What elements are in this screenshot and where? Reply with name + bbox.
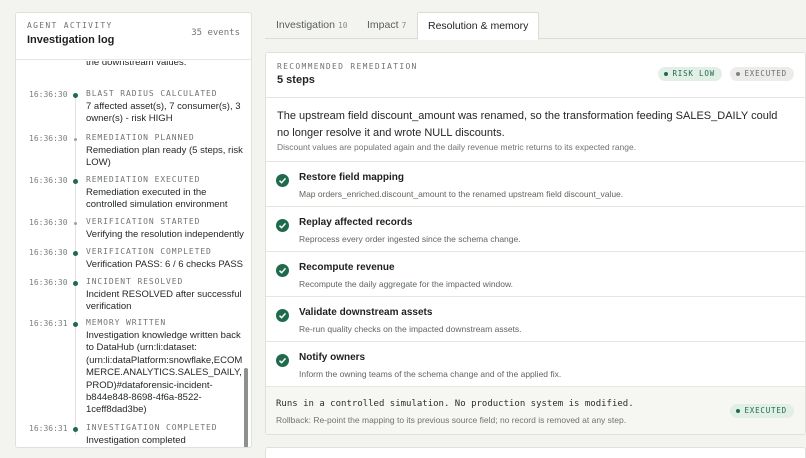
event-text: Incident RESOLVED after successful verif…	[86, 289, 242, 313]
next-card	[265, 447, 806, 458]
event-text: Investigation completed	[86, 435, 186, 446]
step-description: Reprocess every order ingested since the…	[299, 234, 521, 244]
rollback-note: Rollback: Re-point the mapping to its pr…	[276, 415, 627, 425]
remediation-outcome: Discount values are populated again and …	[277, 142, 637, 152]
remediation-step: Validate downstream assets Re-run qualit…	[266, 296, 805, 341]
check-circle-icon	[276, 219, 289, 232]
tab-count: 7	[401, 21, 407, 30]
event-time: 16:36:30	[29, 248, 68, 257]
event-dot	[74, 138, 77, 141]
tab-resolution-memory[interactable]: Resolution & memory	[417, 12, 540, 40]
event-text: Verifying the resolution independently	[86, 229, 244, 240]
tab-investigation[interactable]: Investigation 10	[276, 12, 348, 39]
event-time: 16:36:30	[29, 90, 68, 99]
event-dot	[73, 427, 78, 432]
event-text: Remediation plan ready (5 steps, risk LO…	[86, 145, 243, 169]
event-text: Remediation executed in the controlled s…	[86, 187, 228, 211]
remediation-summary: The upstream field discount_amount was r…	[277, 110, 778, 139]
check-circle-icon	[276, 309, 289, 322]
event-log[interactable]: the downstream values. 16:36:30 BLAST RA…	[16, 61, 251, 447]
remediation-step: Replay affected records Reprocess every …	[266, 206, 805, 251]
tab-impact[interactable]: Impact 7	[367, 12, 406, 39]
event-text: the downstream values.	[86, 61, 187, 68]
event-label: REMEDIATION PLANNED	[86, 133, 195, 142]
step-title: Notify owners	[299, 352, 366, 363]
event-dot	[73, 281, 78, 286]
event-time: 16:36:30	[29, 218, 68, 227]
event-dot	[73, 179, 78, 184]
event-dot	[73, 251, 78, 256]
event-label: INCIDENT RESOLVED	[86, 277, 184, 286]
activity-eyebrow: AGENT ACTIVITY	[27, 21, 113, 30]
step-description: Inform the owning teams of the schema ch…	[299, 369, 562, 379]
remediation-step: Notify owners Inform the owning teams of…	[266, 341, 805, 386]
tab-bar: Investigation 10 Impact 7 Resolution & mem…	[265, 12, 806, 40]
remediation-step: Recompute revenue Recompute the daily ag…	[266, 251, 805, 296]
step-title: Replay affected records	[299, 217, 413, 228]
event-label: REMEDIATION EXECUTED	[86, 175, 201, 184]
event-dot	[73, 322, 78, 327]
remediation-step: Restore field mapping Map orders_enriche…	[266, 161, 805, 206]
activity-header: AGENT ACTIVITY Investigation log 35 even…	[16, 13, 251, 60]
event-time: 16:36:30	[29, 176, 68, 185]
event-text: Investigation knowledge written back to …	[86, 330, 243, 416]
event-label: BLAST RADIUS CALCULATED	[86, 89, 218, 98]
status-badge: EXECUTED	[730, 67, 794, 81]
execution-footer: Runs in a controlled simulation. No prod…	[266, 386, 805, 434]
event-text: 7 affected asset(s), 7 consumer(s), 3 ow…	[86, 101, 241, 125]
tab-label: Impact	[367, 19, 399, 31]
scrollbar-thumb[interactable]	[244, 368, 248, 447]
risk-badge: RISK LOW	[658, 67, 722, 81]
tab-label: Resolution & memory	[428, 20, 529, 32]
event-label: VERIFICATION COMPLETED	[86, 247, 212, 256]
remediation-eyebrow: RECOMMENDED REMEDIATION	[277, 62, 418, 71]
tab-label: Investigation	[276, 19, 335, 31]
event-label: VERIFICATION STARTED	[86, 217, 201, 226]
step-title: Validate downstream assets	[299, 307, 433, 318]
event-time: 16:36:31	[29, 319, 68, 328]
step-title: Restore field mapping	[299, 172, 405, 183]
simulation-note: Runs in a controlled simulation. No prod…	[276, 399, 634, 409]
executed-badge: EXECUTED	[730, 404, 794, 418]
remediation-card: RECOMMENDED REMEDIATION 5 steps RISK LOW…	[265, 52, 806, 435]
check-circle-icon	[276, 264, 289, 277]
event-count: 35 events	[191, 28, 240, 38]
event-label: INVESTIGATION COMPLETED	[86, 423, 218, 432]
event-dot	[73, 93, 78, 98]
remediation-title: 5 steps	[277, 74, 315, 86]
event-text: Verification PASS: 6 / 6 checks PASS	[86, 259, 244, 270]
activity-title: Investigation log	[27, 34, 115, 46]
event-time: 16:36:30	[29, 134, 68, 143]
check-circle-icon	[276, 174, 289, 187]
remediation-header: RECOMMENDED REMEDIATION 5 steps RISK LOW…	[266, 53, 805, 98]
step-description: Map orders_enriched.discount_amount to t…	[299, 189, 624, 199]
tab-count: 10	[337, 21, 348, 30]
event-time: 16:36:30	[29, 278, 68, 287]
check-circle-icon	[276, 354, 289, 367]
step-title: Recompute revenue	[299, 262, 395, 273]
step-description: Re-run quality checks on the impacted do…	[299, 324, 522, 334]
log-scrollbar[interactable]	[244, 63, 248, 447]
event-label: MEMORY WRITTEN	[86, 318, 167, 327]
event-dot	[74, 222, 77, 225]
activity-panel: AGENT ACTIVITY Investigation log 35 even…	[15, 12, 252, 448]
step-description: Recompute the daily aggregate for the im…	[299, 279, 514, 289]
event-time: 16:36:31	[29, 424, 68, 433]
timeline-line	[75, 95, 76, 435]
